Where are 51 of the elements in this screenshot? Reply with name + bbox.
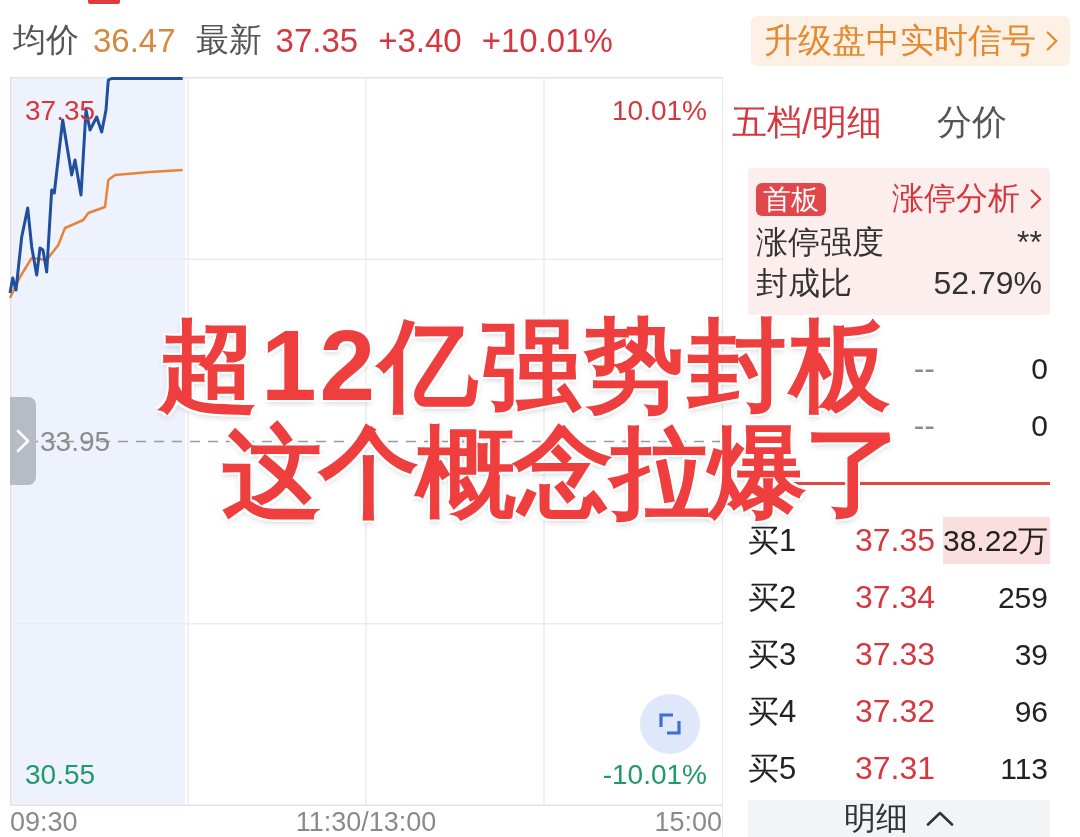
price-label: 37.35 — [25, 94, 96, 128]
price-label: 33.95 — [40, 424, 111, 459]
order-price: 37.32 — [853, 693, 935, 730]
price-label: 30.55 — [25, 758, 96, 792]
stat-value: ** — [1017, 224, 1042, 261]
latest-price-value: 37.35 — [275, 21, 359, 60]
percent-change-label: 10.01% — [612, 94, 707, 128]
order-volume: 38.22万 — [943, 517, 1050, 564]
chevron-right-icon — [1046, 29, 1058, 52]
price-change: +3.40 — [378, 21, 462, 60]
stat-label: 涨停强度 — [756, 222, 884, 262]
tab-indicator — [88, 0, 120, 4]
order-level-label: 买5 — [748, 749, 798, 788]
order-volume: 0 — [1030, 351, 1049, 387]
expand-icon[interactable] — [640, 694, 700, 754]
side-panel-handle[interactable] — [10, 397, 36, 485]
order-level-label: 买2 — [748, 578, 798, 617]
order-volume: 0 — [1030, 408, 1049, 444]
headline-text: 超12亿强势封板 — [158, 315, 894, 415]
order-price: 37.34 — [853, 579, 935, 616]
order-price: 37.33 — [853, 636, 935, 673]
order-book-tab[interactable]: 五档/明细 — [732, 99, 882, 146]
order-volume: 96 — [1013, 694, 1049, 730]
detail-button[interactable]: 明细 — [748, 800, 1050, 837]
order-level-label: 买3 — [748, 635, 798, 674]
order-level-label: 买4 — [748, 692, 798, 731]
average-price-value: 36.47 — [93, 21, 176, 60]
chevron-right-icon — [16, 428, 30, 454]
order-level-label: 买1 — [748, 521, 798, 560]
latest-price-label: 最新 — [195, 20, 262, 60]
average-price-label: 均价 — [13, 20, 79, 60]
time-label: 15:00 — [654, 808, 722, 837]
order-price: -- — [912, 407, 935, 444]
stat-label: 封成比 — [756, 263, 852, 303]
upgrade-signal-button[interactable]: 升级盘中实时信号 — [751, 15, 1070, 66]
caret-up-icon — [926, 811, 954, 826]
order-price: 37.31 — [853, 750, 935, 787]
time-label: 09:30 — [10, 808, 78, 837]
limit-up-analysis-link[interactable]: 涨停分析 — [892, 177, 1042, 221]
stat-value: 52.79% — [933, 265, 1042, 302]
order-volume: 39 — [1013, 637, 1049, 673]
order-volume: 259 — [996, 580, 1049, 616]
chevron-right-icon — [1030, 188, 1042, 210]
percent-change: +10.01% — [481, 21, 613, 60]
first-board-badge: 首板 — [756, 182, 826, 216]
order-volume: 113 — [999, 751, 1049, 787]
percent-change-label: -10.01% — [602, 758, 707, 792]
order-book-tab[interactable]: 分价 — [936, 99, 1007, 146]
time-label: 11:30/13:00 — [295, 808, 437, 837]
order-price: -- — [912, 350, 935, 387]
order-price: 37.35 — [853, 522, 935, 559]
